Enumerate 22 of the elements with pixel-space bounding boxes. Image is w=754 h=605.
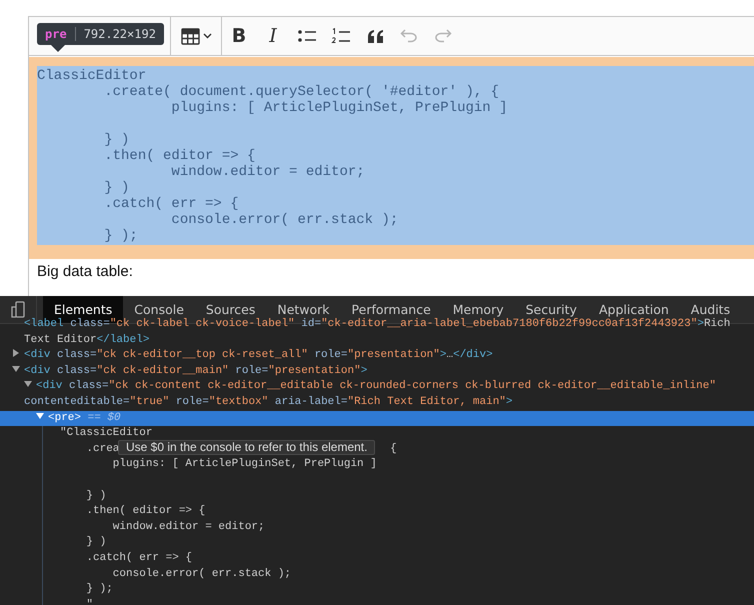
caret-icon: [202, 33, 212, 39]
element-size: 792.22×192: [84, 27, 156, 41]
bold-button[interactable]: B: [222, 21, 256, 51]
expanded-arrow-icon[interactable]: [36, 412, 44, 420]
dom-node-line[interactable]: <div class="ck ck-editor__main" role="presentation">: [0, 364, 754, 380]
expanded-arrow-icon[interactable]: [12, 364, 20, 373]
dom-node-line[interactable]: <div class="ck ck-editor__top ck-reset_all" role="presentation">…</div>: [0, 348, 754, 364]
hover-tooltip: Use $0 in the console to refer to this element.: [118, 440, 376, 455]
paragraph-text: Big data table:: [36, 262, 134, 282]
quote-icon: [366, 30, 384, 42]
table-icon: [180, 28, 200, 44]
redo-icon: [434, 29, 452, 43]
code-block[interactable]: ClassicEditor .create( document.querySelector( '#editor' ), { plugins: [ ArticlePluginSet, PrePlugin ] } ) .then( editor => { window.editor = editor; } ) .catch( err => { console.error( err.stack ); } );: [37, 66, 754, 245]
tag-name: pre: [45, 27, 67, 41]
numbered-list-icon: [331, 28, 351, 44]
dom-node-line[interactable]: <div class="ck ck-content ck-editor__editable ck-rounded-corners ck-blurred ck-editor__editable_inline" contenteditable="true" role="textbox" aria-label="Rich Text Editor, main">: [0, 379, 754, 411]
undo-icon: [400, 29, 418, 43]
bulleted-list-icon: [297, 28, 317, 44]
expanded-arrow-icon[interactable]: [24, 380, 32, 388]
italic-button[interactable]: I: [256, 21, 290, 51]
collapsed-arrow-icon[interactable]: [12, 349, 20, 358]
device-toolbar-icon[interactable]: [11, 301, 25, 318]
